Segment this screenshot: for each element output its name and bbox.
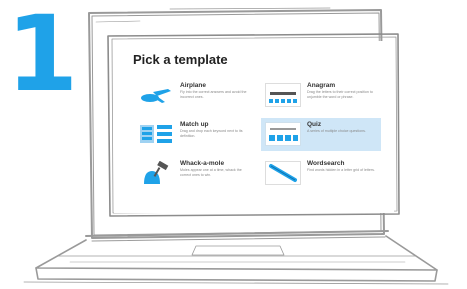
template-name: Airplane xyxy=(180,82,207,89)
template-name: Wordsearch xyxy=(307,160,345,167)
anagram-icon xyxy=(265,83,301,107)
template-description: Find words hidden in a letter grid of le… xyxy=(307,168,375,172)
whack-a-mole-icon xyxy=(138,161,174,185)
quiz-icon xyxy=(265,122,301,146)
template-wordsearch[interactable]: Wordsearch Find words hidden in a letter… xyxy=(261,157,381,190)
template-quiz[interactable]: Quiz A series of multiple choice questio… xyxy=(261,118,381,151)
wordsearch-icon xyxy=(265,161,301,185)
template-name: Whack-a-mole xyxy=(180,160,225,167)
template-description: Drag the letters to their correct positi… xyxy=(307,90,373,99)
match-up-icon xyxy=(138,122,174,146)
template-name: Match up xyxy=(180,121,209,128)
template-picker-screen: Pick a template Airplane Fly into the co… xyxy=(114,41,394,213)
airplane-icon xyxy=(138,83,174,107)
template-whack-a-mole[interactable]: Whack-a-mole Moles appear one at a time,… xyxy=(134,157,254,190)
dialog-title: Pick a template xyxy=(133,52,228,67)
template-match-up[interactable]: Match up Drag and drop each keyword next… xyxy=(134,118,254,151)
template-name: Quiz xyxy=(307,121,322,128)
template-description: Moles appear one at a time, whack the co… xyxy=(180,168,242,177)
template-airplane[interactable]: Airplane Fly into the correct answers an… xyxy=(134,79,254,112)
template-description: Drag and drop each keyword next to its d… xyxy=(180,129,243,138)
template-name: Anagram xyxy=(307,82,336,89)
template-anagram[interactable]: Anagram Drag the letters to their correc… xyxy=(261,79,381,112)
template-description: Fly into the correct answers and avoid t… xyxy=(180,90,247,99)
template-description: A series of multiple choice questions. xyxy=(307,129,366,133)
